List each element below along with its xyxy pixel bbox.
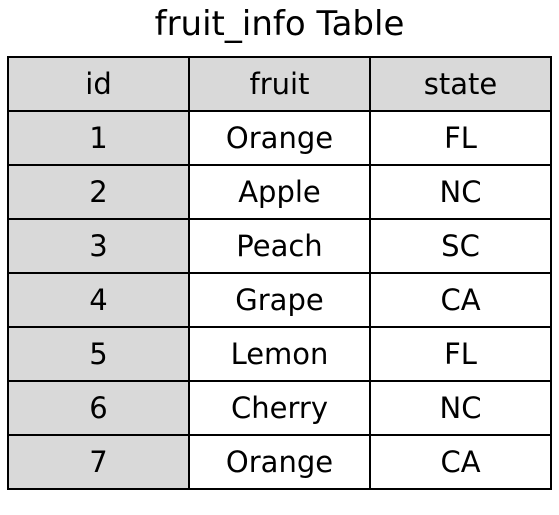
- column-header-id: id: [7, 56, 190, 112]
- table-row: 7 Orange CA: [7, 434, 552, 490]
- cell-state: NC: [369, 380, 552, 436]
- cell-id: 7: [7, 434, 190, 490]
- cell-fruit: Peach: [188, 218, 371, 274]
- cell-state: FL: [369, 326, 552, 382]
- cell-fruit: Orange: [188, 434, 371, 490]
- cell-id: 6: [7, 380, 190, 436]
- cell-id: 5: [7, 326, 190, 382]
- cell-fruit: Grape: [188, 272, 371, 328]
- cell-fruit: Lemon: [188, 326, 371, 382]
- cell-fruit: Cherry: [188, 380, 371, 436]
- fruit-info-table: id fruit state 1 Orange FL 2 Apple NC 3 …: [7, 56, 552, 490]
- table-row: 4 Grape CA: [7, 272, 552, 328]
- cell-fruit: Orange: [188, 110, 371, 166]
- column-header-fruit: fruit: [188, 56, 371, 112]
- cell-state: FL: [369, 110, 552, 166]
- cell-state: SC: [369, 218, 552, 274]
- cell-state: CA: [369, 272, 552, 328]
- table-row: 6 Cherry NC: [7, 380, 552, 436]
- cell-id: 3: [7, 218, 190, 274]
- column-header-state: state: [369, 56, 552, 112]
- table-title: fruit_info Table: [154, 4, 405, 44]
- table-row: 2 Apple NC: [7, 164, 552, 220]
- table-row: 3 Peach SC: [7, 218, 552, 274]
- table-row: 1 Orange FL: [7, 110, 552, 166]
- cell-state: NC: [369, 164, 552, 220]
- cell-id: 2: [7, 164, 190, 220]
- cell-id: 4: [7, 272, 190, 328]
- cell-fruit: Apple: [188, 164, 371, 220]
- cell-id: 1: [7, 110, 190, 166]
- cell-state: CA: [369, 434, 552, 490]
- table-row: 5 Lemon FL: [7, 326, 552, 382]
- header-row: id fruit state: [7, 56, 552, 112]
